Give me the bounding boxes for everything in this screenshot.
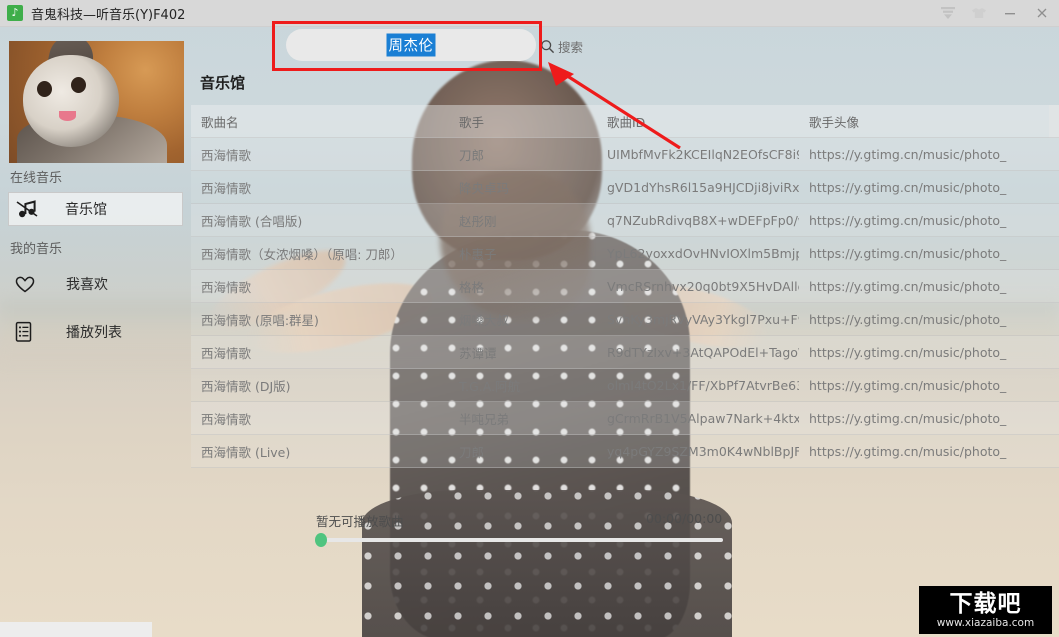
cell-song-id: yq4pGYZ9SZM3m0K4wNblBpJF — [607, 443, 799, 459]
cell-artist-avatar: https://y.gtimg.cn/music/photo_ — [809, 146, 1007, 162]
cell-song-id: SvhKy3mjRVyVAy3Ykgl7Pxu+F9 — [607, 311, 799, 327]
table-row[interactable]: 西海情歌 (原唱:群星) 烟嗓大叔 SvhKy3mjRVyVAy3Ykgl7Pxu+… — [191, 303, 1059, 336]
minimize-icon[interactable] — [994, 0, 1025, 27]
table-row[interactable]: 西海情歌 格格 VmcRSrnhvx20q0bt9X5HvDAllq https://… — [191, 270, 1059, 303]
table-row[interactable]: 西海情歌 降央卓玛 gVD1dYhsR6l15a9HJCDji8jviRx0 http… — [191, 171, 1059, 204]
cell-artist-avatar: https://y.gtimg.cn/music/photo_ — [809, 311, 1007, 327]
progress-knob[interactable] — [315, 533, 327, 547]
cell-song: 西海情歌 (DJ版) — [201, 378, 291, 394]
sidebar-item-music-hall[interactable]: 音乐馆 — [8, 192, 183, 226]
playback-time: 00:00/00:00 — [646, 511, 723, 526]
sidebar-item-label: 音乐馆 — [65, 202, 107, 218]
column-header-avatar[interactable]: 歌手头像 — [799, 112, 1049, 131]
cell-artist-avatar: https://y.gtimg.cn/music/photo_ — [809, 179, 1007, 195]
taskbar-strip — [0, 622, 152, 637]
cell-song: 西海情歌 — [201, 180, 252, 196]
cell-song: 西海情歌 — [201, 345, 252, 361]
sidebar-item-label: 播放列表 — [66, 325, 122, 341]
sidebar-item-favorites[interactable]: 我喜欢 — [0, 267, 191, 301]
table-row[interactable]: 西海情歌 (DJ版) T.G.A.阿航 olmI4tO2Lx1/FF/XbPf7At… — [191, 369, 1059, 402]
table-row[interactable]: 西海情歌 刀郎 UIMbfMvFk2KCEIlqN2EOfsCF8i9 https:/… — [191, 138, 1059, 171]
table-row[interactable]: 西海情歌 半吨兄弟 gCrmRrB1V5Alpaw7Nark+4ktxq https:… — [191, 402, 1059, 435]
player-bar: 暂无可播放歌曲 00:00/00:00 — [191, 497, 1059, 567]
cell-song-id: olmI4tO2Lx1/FF/XbPf7AtvrBe63 — [607, 377, 799, 393]
skin-shirt-icon[interactable] — [963, 0, 994, 27]
cell-song-id: YpL62yoxxdOvHNvIOXlm5Bmjp — [607, 245, 799, 261]
watermark: 下载吧 www.xiazaiba.com — [919, 586, 1052, 634]
now-playing-text: 暂无可播放歌曲 — [316, 514, 404, 529]
cell-artist: 降央卓玛 — [459, 180, 510, 196]
avatar[interactable] — [9, 41, 184, 163]
cell-artist: 半吨兄弟 — [459, 411, 510, 427]
cell-artist-avatar: https://y.gtimg.cn/music/photo_ — [809, 443, 1007, 459]
window-title: 音鬼科技—听音乐(Y)F402 — [31, 7, 186, 23]
column-header-artist[interactable]: 歌手 — [449, 112, 597, 131]
cell-artist-avatar: https://y.gtimg.cn/music/photo_ — [809, 410, 1007, 426]
watermark-title: 下载吧 — [949, 590, 1022, 617]
heart-icon — [14, 274, 44, 294]
headphone-music-icon — [15, 199, 45, 219]
cell-song-id: UIMbfMvFk2KCEIlqN2EOfsCF8i9 — [607, 146, 799, 162]
cat-eye-right — [71, 77, 86, 93]
playlist-icon — [14, 321, 44, 343]
page-title: 音乐馆 — [200, 74, 246, 92]
cell-artist-avatar: https://y.gtimg.cn/music/photo_ — [809, 245, 1007, 261]
cat-eye-left — [37, 81, 52, 97]
cell-song: 西海情歌 — [201, 147, 252, 163]
table-row[interactable]: 西海情歌（女浓烟嗓）（原唱: 刀郎） 朴惠子 YpL62yoxxdOvHNvIOXl… — [191, 237, 1059, 270]
cell-song: 西海情歌 (Live) — [201, 444, 291, 460]
cell-artist-avatar: https://y.gtimg.cn/music/photo_ — [809, 377, 1007, 393]
cell-song-id: gVD1dYhsR6l15a9HJCDji8jviRx0 — [607, 179, 799, 195]
cell-song-id: R9dTYzIxv+3AtQAPOdEl+TagoW — [607, 344, 799, 360]
cell-song-id: VmcRSrnhvx20q0bt9X5HvDAllq — [607, 278, 799, 294]
cell-song-id: q7NZubRdivqB8X+wDEFpFp0/w — [607, 212, 799, 228]
cell-artist-avatar: https://y.gtimg.cn/music/photo_ — [809, 278, 1007, 294]
sidebar-item-playlist[interactable]: 播放列表 — [0, 315, 191, 349]
title-bar: ♪ 音鬼科技—听音乐(Y)F402 — [0, 0, 1059, 27]
cell-song: 西海情歌 (合唱版) — [201, 213, 303, 229]
cell-song-id: gCrmRrB1V5Alpaw7Nark+4ktxq — [607, 410, 799, 426]
cat-head — [23, 55, 119, 147]
app-root: ♪ 音鬼科技—听音乐(Y)F402 周杰伦 搜索 在线音乐 音乐馆 我的音乐 我… — [0, 0, 1059, 637]
close-icon[interactable] — [1025, 0, 1059, 27]
music-note-icon: ♪ — [7, 5, 23, 21]
music-app-window: ♪ 音鬼科技—听音乐(Y)F402 周杰伦 搜索 在线音乐 音乐馆 我的音乐 我… — [0, 0, 1059, 637]
column-header-song[interactable]: 歌曲名 — [191, 112, 449, 131]
window-controls — [932, 0, 1059, 27]
cell-artist: 朴惠子 — [459, 246, 497, 262]
cell-artist: 刀郎 — [459, 147, 485, 163]
cell-song: 西海情歌 — [201, 279, 252, 295]
main-content: 音乐馆 歌曲名 歌手 歌曲ID 歌手头像 西海情歌 刀郎 UIMbfMvFk2KCE… — [191, 27, 1059, 637]
cell-song: 西海情歌 (原唱:群星) — [201, 312, 319, 328]
cell-artist: 格格 — [459, 279, 485, 295]
sidebar-section-online: 在线音乐 — [10, 171, 63, 186]
cell-song: 西海情歌（女浓烟嗓）（原唱: 刀郎） — [201, 246, 403, 262]
watermark-url: www.xiazaiba.com — [936, 616, 1035, 629]
cell-artist-avatar: https://y.gtimg.cn/music/photo_ — [809, 212, 1007, 228]
table-row[interactable]: 西海情歌 (合唱版) 赵彤刚 q7NZubRdivqB8X+wDEFpFp0/w ht… — [191, 204, 1059, 237]
table-row[interactable]: 西海情歌 苏谭谭 R9dTYzIxv+3AtQAPOdEl+TagoW https:/… — [191, 336, 1059, 369]
cell-artist: 烟嗓大叔 — [459, 312, 510, 328]
sidebar: 在线音乐 音乐馆 我的音乐 我喜欢 播放列表 — [0, 27, 191, 637]
avatar-image — [9, 41, 184, 163]
sidebar-section-my-music: 我的音乐 — [10, 242, 63, 257]
cell-song: 西海情歌 — [201, 411, 252, 427]
table-row[interactable]: 西海情歌 (Live) 刀郎 yq4pGYZ9SZM3m0K4wNblBpJF htt… — [191, 435, 1059, 468]
song-table: 歌曲名 歌手 歌曲ID 歌手头像 西海情歌 刀郎 UIMbfMvFk2KCEIlqN… — [191, 105, 1059, 497]
cell-artist: 苏谭谭 — [459, 345, 497, 361]
progress-track[interactable] — [319, 538, 723, 542]
column-header-id[interactable]: 歌曲ID — [597, 112, 799, 131]
table-body: 西海情歌 刀郎 UIMbfMvFk2KCEIlqN2EOfsCF8i9 https:/… — [191, 138, 1059, 468]
cell-artist: 赵彤刚 — [459, 213, 497, 229]
sidebar-item-label: 我喜欢 — [66, 277, 108, 293]
cell-artist: T.G.A.阿航 — [459, 378, 521, 394]
download-menu-icon[interactable] — [932, 0, 963, 27]
cat-tongue — [59, 111, 76, 121]
cell-artist: 刀郎 — [459, 444, 485, 460]
table-header-row: 歌曲名 歌手 歌曲ID 歌手头像 — [191, 105, 1059, 138]
cell-artist-avatar: https://y.gtimg.cn/music/photo_ — [809, 344, 1007, 360]
